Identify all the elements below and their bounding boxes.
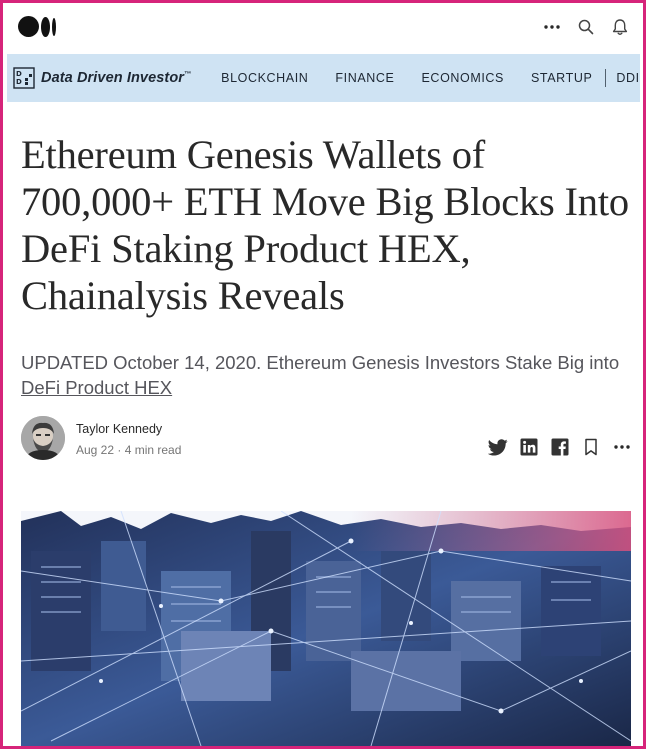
nav-divider bbox=[605, 69, 607, 87]
facebook-icon[interactable] bbox=[549, 436, 571, 458]
top-actions bbox=[529, 15, 631, 39]
publication-name: Data Driven Investor™ bbox=[41, 70, 192, 86]
more-icon[interactable] bbox=[541, 15, 563, 39]
article-title: Ethereum Genesis Wallets of 700,000+ ETH… bbox=[21, 132, 629, 318]
ddi-logo-icon: D D bbox=[13, 67, 35, 89]
search-icon[interactable] bbox=[575, 15, 597, 39]
publication-nav: D D Data Driven Investor™ BLOCKCHAIN FIN… bbox=[7, 54, 640, 102]
subtitle-link[interactable]: DeFi Product HEX bbox=[21, 377, 172, 398]
bookmark-icon[interactable] bbox=[580, 436, 602, 458]
svg-text:D: D bbox=[16, 70, 22, 78]
logo-circle-large bbox=[18, 16, 39, 37]
nav-link-startup[interactable]: STARTUP bbox=[531, 71, 592, 85]
nav-link-finance[interactable]: FINANCE bbox=[335, 71, 394, 85]
article-meta: Aug 22 · 4 min read bbox=[76, 443, 182, 457]
hero-image bbox=[21, 511, 631, 746]
nav-link-ddi[interactable]: DDI bbox=[616, 71, 639, 85]
bell-icon[interactable] bbox=[609, 15, 631, 39]
logo-circle-medium bbox=[41, 16, 50, 37]
share-actions bbox=[478, 436, 633, 458]
more-icon[interactable] bbox=[611, 436, 633, 458]
top-bar bbox=[3, 3, 643, 53]
linkedin-icon[interactable] bbox=[518, 436, 540, 458]
publication-logo[interactable]: D D Data Driven Investor™ bbox=[13, 67, 191, 89]
author-name[interactable]: Taylor Kennedy bbox=[76, 422, 162, 436]
medium-logo[interactable] bbox=[18, 16, 56, 37]
logo-circle-small bbox=[52, 17, 56, 36]
browser-frame: D D Data Driven Investor™ BLOCKCHAIN FIN… bbox=[0, 0, 646, 749]
twitter-icon[interactable] bbox=[487, 436, 509, 458]
avatar[interactable] bbox=[21, 416, 65, 460]
article-subtitle: UPDATED October 14, 2020. Ethereum Genes… bbox=[21, 350, 621, 400]
publication-nav-links: BLOCKCHAIN FINANCE ECONOMICS STARTUP DDI bbox=[221, 69, 640, 87]
byline: Taylor Kennedy Aug 22 · 4 min read bbox=[21, 416, 633, 464]
nav-link-blockchain[interactable]: BLOCKCHAIN bbox=[221, 71, 308, 85]
svg-text:D: D bbox=[16, 78, 22, 86]
subtitle-text: UPDATED October 14, 2020. Ethereum Genes… bbox=[21, 352, 620, 373]
nav-link-economics[interactable]: ECONOMICS bbox=[422, 71, 505, 85]
